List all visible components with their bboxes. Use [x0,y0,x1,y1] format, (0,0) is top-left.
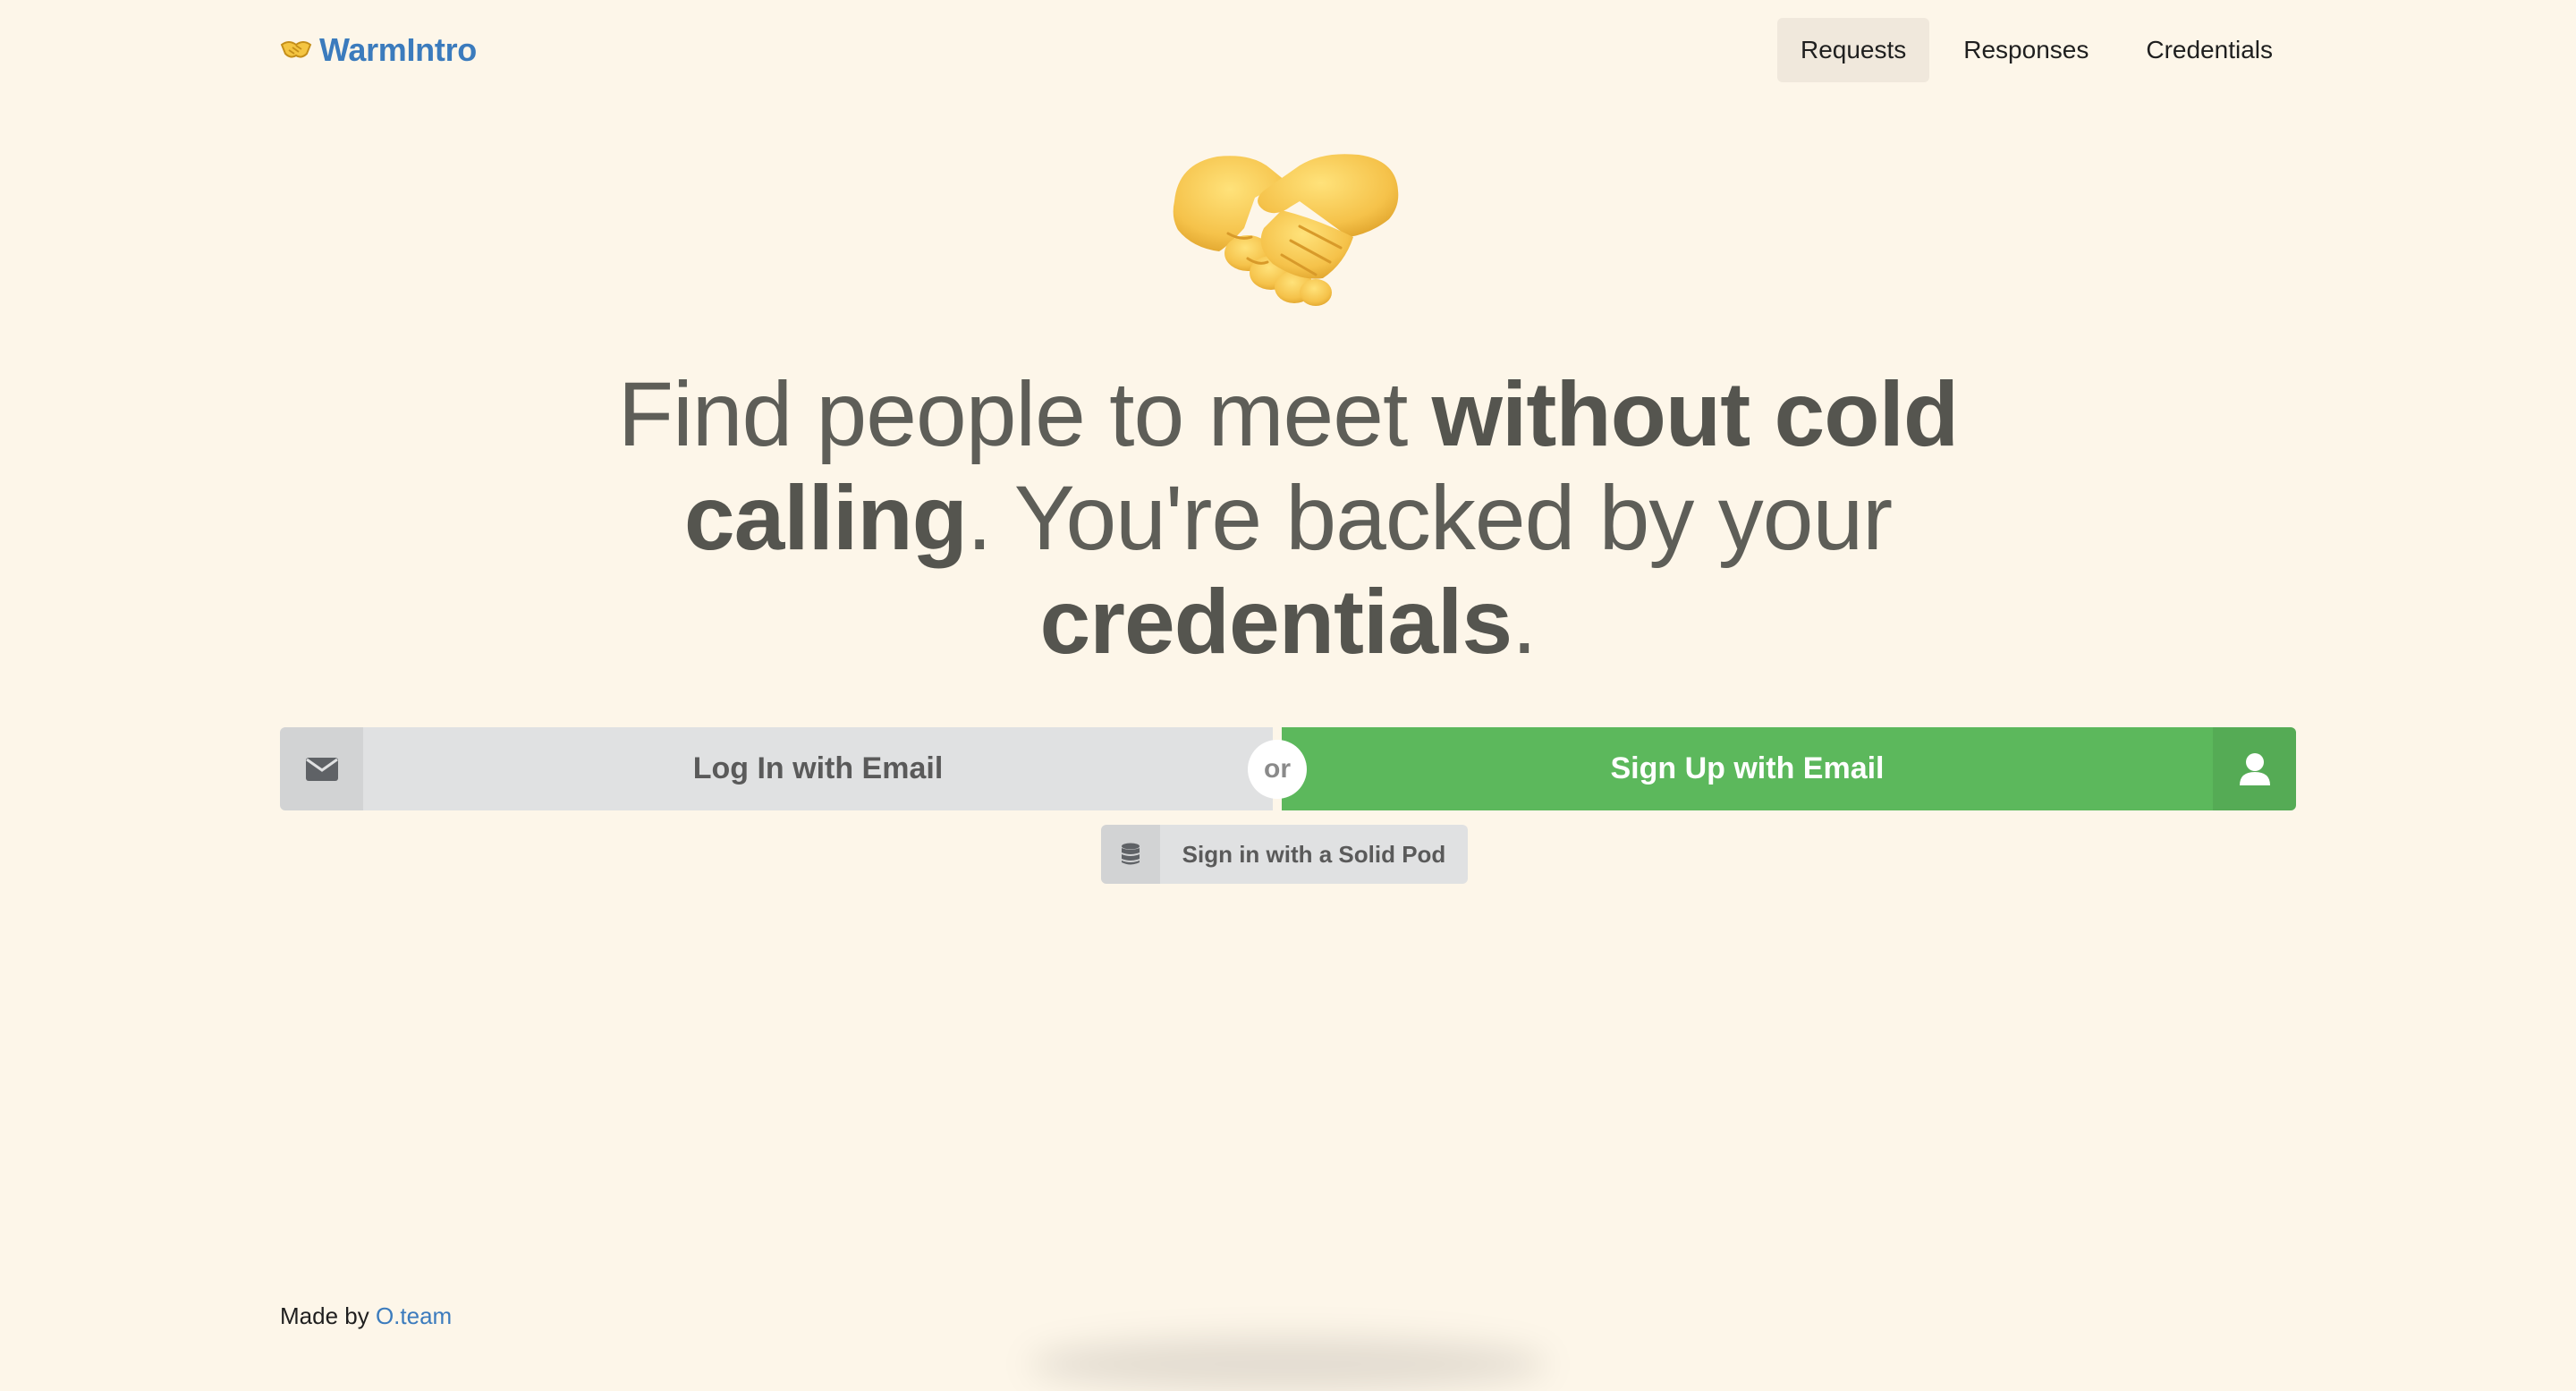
or-divider: or [1248,740,1307,799]
hero-headline: Find people to meet without cold calling… [593,362,1983,674]
database-icon [1101,825,1160,884]
auth-button-group: Log In with Email or Sign Up with Email [280,727,2296,810]
headline-text-3: . [1512,571,1537,673]
headline-text-2: . You're backed by your [966,467,1893,569]
login-email-label: Log In with Email [692,751,944,785]
headline-text-1: Find people to meet [617,363,1432,465]
bottom-shadow [1029,1337,1547,1391]
user-icon [2213,727,2296,810]
signup-email-label: Sign Up with Email [1610,751,1885,785]
signup-email-button[interactable]: Sign Up with Email [1282,727,2296,810]
footer: Made by O.team [280,1302,452,1330]
footer-oteam-link[interactable]: O.team [376,1302,452,1329]
solid-pod-button[interactable]: Sign in with a Solid Pod [1101,825,1468,884]
solid-pod-label: Sign in with a Solid Pod [1182,840,1446,868]
nav-item-responses[interactable]: Responses [1940,18,2112,82]
envelope-icon [280,727,363,810]
nav-item-credentials[interactable]: Credentials [2123,18,2296,82]
brand-name: WarmIntro [319,31,477,68]
brand-link[interactable]: WarmIntro [280,30,477,70]
headline-bold-2: credentials [1039,571,1513,673]
footer-prefix: Made by [280,1302,376,1329]
handshake-icon [280,38,312,63]
page: WarmIntro Requests Responses Credentials [280,0,2296,1356]
login-email-button[interactable]: Log In with Email [280,727,1273,810]
nav-item-requests[interactable]: Requests [1776,18,1930,82]
handshake-emoji [1165,148,1407,313]
top-nav: Requests Responses Credentials [1776,18,2296,82]
